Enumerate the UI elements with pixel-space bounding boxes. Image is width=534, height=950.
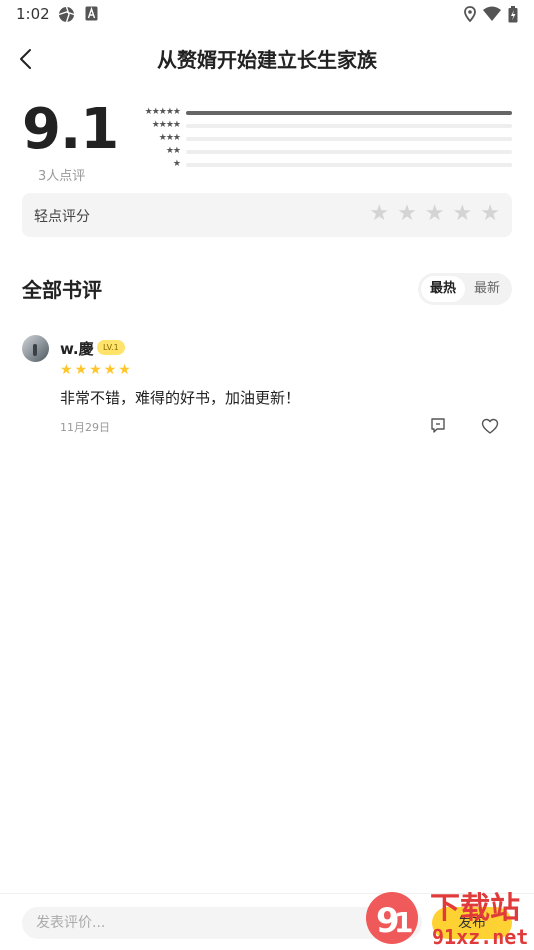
distribution-stars: ★★★★★ bbox=[144, 107, 181, 117]
star-icon-5[interactable]: ★ bbox=[480, 203, 500, 225]
distribution-stars: ★★ bbox=[165, 146, 181, 156]
like-button[interactable] bbox=[479, 416, 501, 436]
heart-icon bbox=[481, 418, 499, 434]
distribution-bar bbox=[186, 137, 512, 141]
aperture-icon bbox=[58, 6, 75, 27]
back-button[interactable] bbox=[10, 44, 40, 74]
wifi-icon bbox=[483, 6, 501, 25]
star-icon-2[interactable]: ★ bbox=[397, 203, 417, 225]
sort-new-tab[interactable]: 最新 bbox=[465, 276, 509, 302]
review-item: w.慶 LV.1 ★ ★ ★ ★ ★ 非常不错，难得的好书，加油更新！ 11月2… bbox=[22, 333, 512, 443]
star-filled-icon: ★ bbox=[118, 362, 131, 378]
location-icon bbox=[464, 6, 476, 26]
distribution-bar bbox=[186, 111, 512, 115]
distribution-row: ★ bbox=[132, 159, 512, 172]
sort-hot-tab[interactable]: 最热 bbox=[421, 276, 465, 302]
header: 从赘婿开始建立长生家族 bbox=[0, 36, 534, 80]
rate-label: 轻点评分 bbox=[34, 209, 90, 225]
rate-stars: ★ ★ ★ ★ ★ bbox=[369, 203, 500, 225]
distribution-row: ★★★★ bbox=[132, 120, 512, 133]
distribution-fill bbox=[186, 111, 512, 115]
avatar[interactable] bbox=[22, 335, 49, 362]
distribution-row: ★★★ bbox=[132, 133, 512, 146]
distribution-bar bbox=[186, 150, 512, 154]
notification-a-icon bbox=[85, 6, 98, 25]
distribution-bar bbox=[186, 163, 512, 167]
svg-text:1: 1 bbox=[394, 906, 413, 939]
star-filled-icon: ★ bbox=[89, 362, 102, 378]
rate-box: 轻点评分 ★ ★ ★ ★ ★ bbox=[22, 193, 512, 237]
status-bar: 1:02 bbox=[0, 0, 534, 28]
star-icon-4[interactable]: ★ bbox=[453, 203, 473, 225]
rating-count: 3人点评 bbox=[38, 169, 86, 184]
level-badge: LV.1 bbox=[97, 340, 125, 355]
reviews-section-title: 全部书评 bbox=[22, 278, 102, 302]
battery-icon bbox=[508, 6, 518, 27]
distribution-stars: ★★★ bbox=[158, 133, 181, 143]
distribution-bar bbox=[186, 124, 512, 128]
review-username[interactable]: w.慶 bbox=[60, 338, 94, 359]
svg-text:91xz.net: 91xz.net bbox=[432, 925, 528, 949]
sort-toggle: 最热 最新 bbox=[418, 273, 512, 305]
rating-distribution: ★★★★★ ★★★★ ★★★ ★★ ★ bbox=[132, 107, 512, 172]
review-text: 非常不错，难得的好书，加油更新！ bbox=[60, 389, 301, 407]
distribution-row: ★★★★★ bbox=[132, 107, 512, 120]
star-icon-3[interactable]: ★ bbox=[425, 203, 445, 225]
status-time: 1:02 bbox=[16, 5, 50, 23]
avatar-figure bbox=[33, 344, 37, 356]
review-rating: ★ ★ ★ ★ ★ bbox=[60, 363, 131, 377]
star-icon-1[interactable]: ★ bbox=[369, 203, 389, 225]
star-filled-icon: ★ bbox=[74, 362, 88, 378]
site-watermark-logo: 9 1 下载站 91xz.net bbox=[360, 882, 534, 950]
comment-icon bbox=[431, 418, 445, 433]
distribution-row: ★★ bbox=[132, 146, 512, 159]
svg-text:下载站: 下载站 bbox=[430, 891, 520, 926]
average-score: 9.1 bbox=[22, 97, 119, 162]
star-filled-icon: ★ bbox=[60, 362, 73, 378]
comment-button[interactable] bbox=[427, 416, 449, 436]
distribution-stars: ★★★★ bbox=[151, 120, 181, 130]
star-filled-icon: ★ bbox=[103, 362, 117, 378]
distribution-stars: ★ bbox=[172, 159, 181, 169]
page-title: 从赘婿开始建立长生家族 bbox=[157, 48, 377, 72]
chevron-left-icon bbox=[20, 49, 31, 69]
review-date: 11月29日 bbox=[60, 421, 110, 434]
